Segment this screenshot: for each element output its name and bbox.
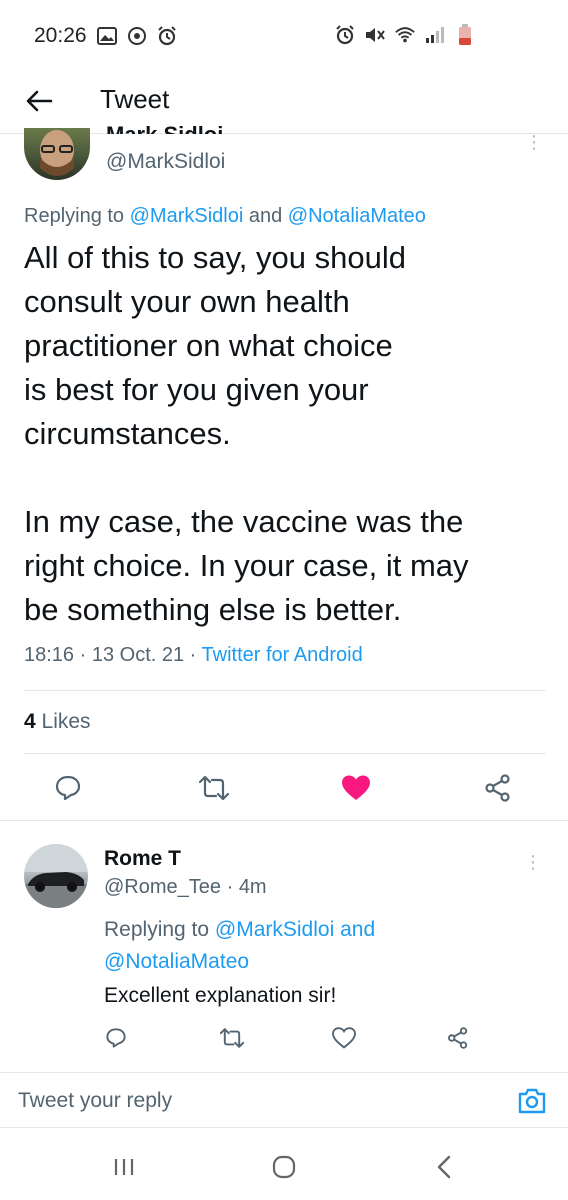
tweet-text: All of this to say, you should consult y… [24,240,469,627]
signal-icon [424,24,446,46]
sync-icon [126,25,148,47]
alarm-icon [334,24,356,46]
share-button[interactable] [478,768,518,808]
tweet-actions [0,768,568,808]
more-options-icon[interactable]: ⋮ [524,852,542,873]
tweet-time: 18:16 [24,644,75,666]
camera-button[interactable] [516,1085,548,1117]
share-icon [448,1027,468,1049]
divider [0,820,568,821]
compose-bar [0,1072,568,1128]
reply-button[interactable] [96,1018,136,1058]
tweet-date: 13 Oct. 21 [91,644,185,666]
retweet-icon [220,1028,244,1048]
home-icon [272,1155,296,1179]
reply-actions [0,1018,568,1058]
reply-icon [55,775,81,801]
alarm-icon [156,25,178,47]
mention-link[interactable]: @MarkSidloi [215,918,334,941]
camera-icon [518,1088,546,1114]
retweet-button[interactable] [212,1018,252,1058]
recents-icon [114,1159,134,1175]
avatar[interactable] [24,128,90,180]
page-title: Tweet [100,84,170,114]
tweet-meta: 18:16 · 13 Oct. 21 · Twitter for Android [24,644,363,666]
like-button[interactable] [324,1018,364,1058]
like-button[interactable] [336,768,376,808]
avatar[interactable] [24,844,88,908]
system-nav-bar [0,1130,568,1200]
gallery-icon [96,25,118,47]
retweet-button[interactable] [194,768,234,808]
status-bar: 20:26 [0,0,568,72]
reply-age: 4m [238,876,267,898]
tweet-source-link[interactable]: Twitter for Android [202,644,363,666]
reply-input[interactable] [18,1085,488,1117]
nav-back-button[interactable] [424,1150,464,1184]
wifi-icon [394,24,416,46]
author-handle[interactable]: @MarkSidloi [106,150,225,174]
recents-button[interactable] [104,1150,144,1184]
battery-icon [454,24,476,46]
home-button[interactable] [264,1150,304,1184]
heart-filled-icon [342,775,370,800]
reply-author-handle: @Rome_Tee · 4m [104,876,267,898]
author-name[interactable]: Mark Sidloi [106,122,223,134]
back-icon [437,1155,451,1179]
back-arrow-button[interactable] [22,84,56,118]
mention-link[interactable]: @MarkSidloi [130,205,244,227]
reply-button[interactable] [48,768,88,808]
share-icon [485,774,510,802]
mention-link[interactable]: @NotaliaMateo [104,950,249,973]
reply-icon [106,1028,126,1048]
status-time: 20:26 [34,24,87,47]
share-button[interactable] [438,1018,478,1058]
reply-text: Excellent explanation sir! [104,984,337,1007]
replying-to: Replying to @MarkSidloi and @NotaliaMate… [24,205,426,227]
top-app-bar: Tweet [0,72,568,134]
likes-count[interactable]: 4 Likes [24,710,91,734]
back-arrow-icon [26,90,53,112]
divider [24,753,546,754]
replying-to: Replying to @MarkSidloi and @NotaliaMateo [104,918,376,973]
divider [24,690,546,691]
mute-icon [364,24,386,46]
heart-outline-icon [332,1027,356,1049]
mention-link[interactable]: @NotaliaMateo [288,205,426,227]
more-options-icon[interactable]: ⋮ [525,132,543,153]
retweet-icon [199,775,229,801]
reply-author-name[interactable]: Rome T [104,847,181,871]
